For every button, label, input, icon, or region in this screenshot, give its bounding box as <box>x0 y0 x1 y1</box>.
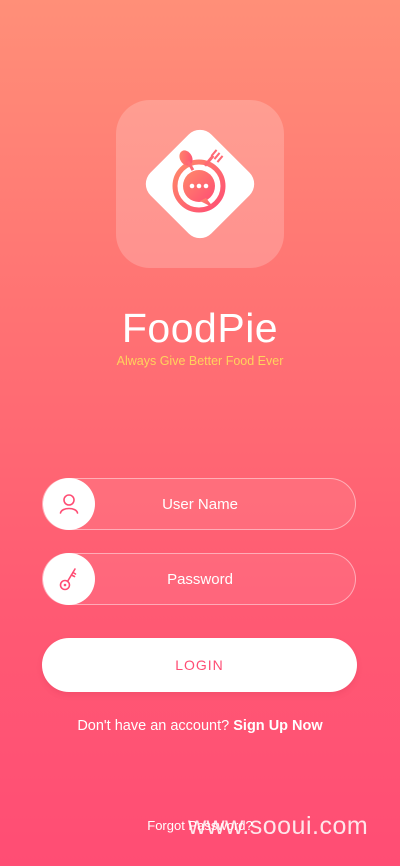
app-logo-tile <box>116 100 284 268</box>
signup-link[interactable]: Sign Up Now <box>233 718 322 734</box>
watermark-text: www.sooui.com <box>188 812 369 840</box>
key-icon <box>59 568 77 591</box>
signup-prompt-row: Don't have an account? Sign Up Now <box>0 717 400 735</box>
signup-prompt-text: Don't have an account? <box>77 718 230 734</box>
password-input[interactable]: Password <box>95 554 355 604</box>
chat-bubble-with-spoon-fork-icon <box>172 149 226 213</box>
username-field[interactable]: User Name <box>42 478 356 530</box>
password-icon-circle <box>43 553 95 605</box>
login-button[interactable]: LOGIN <box>42 638 357 692</box>
app-name: FoodPie <box>121 305 279 351</box>
app-tagline: Always Give Better Food Ever <box>116 354 284 368</box>
password-field[interactable]: Password <box>42 553 356 605</box>
user-icon <box>59 494 79 514</box>
username-input[interactable]: User Name <box>95 479 355 529</box>
username-icon-circle <box>43 478 95 530</box>
